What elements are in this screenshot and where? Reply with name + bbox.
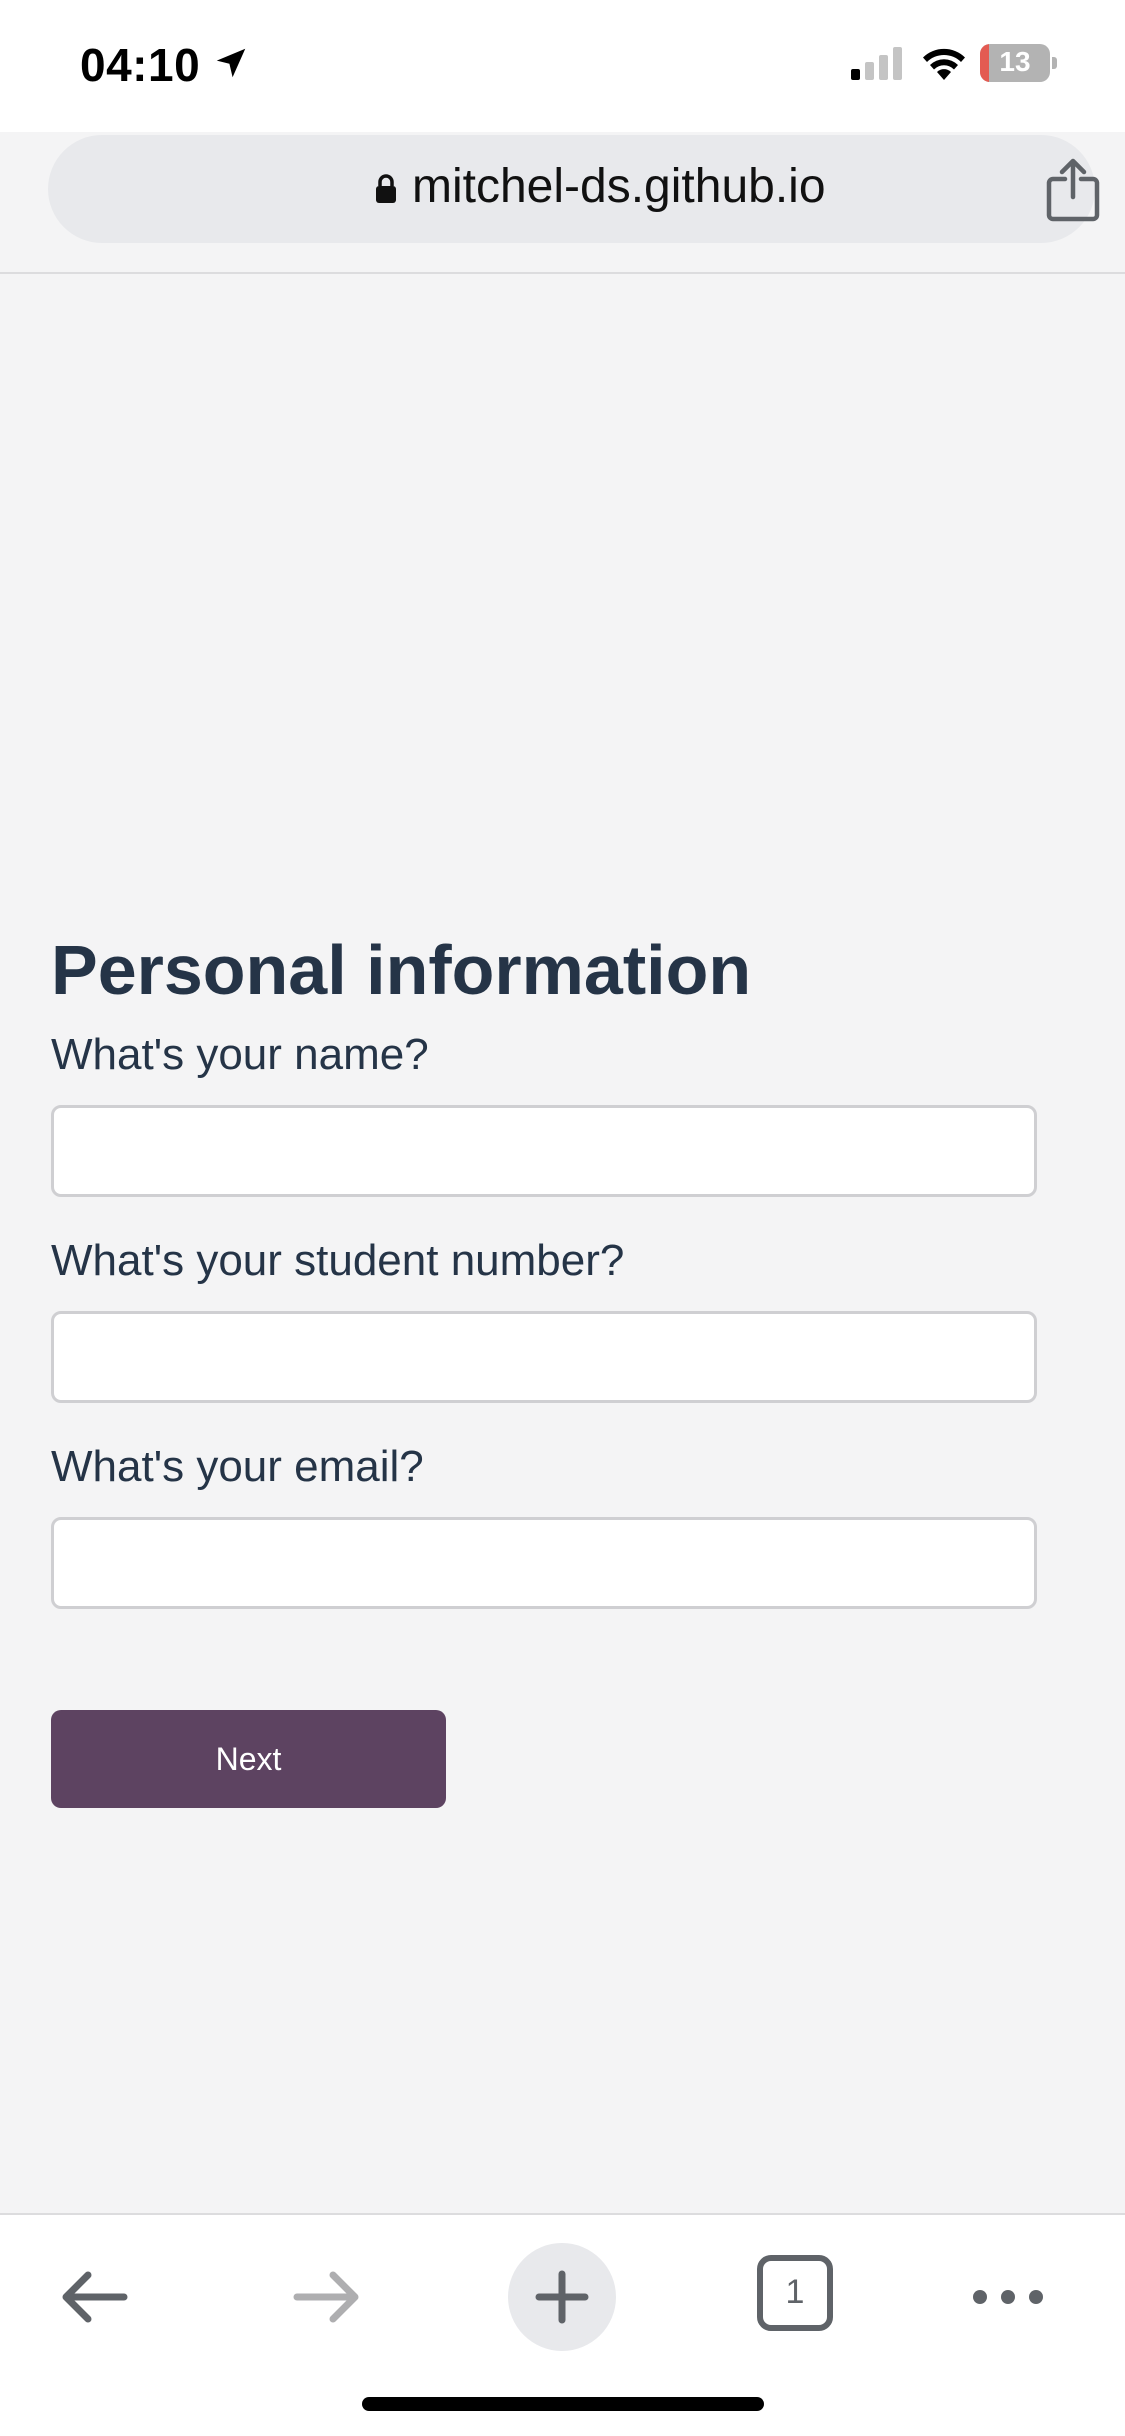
- forward-arrow-icon[interactable]: [287, 2257, 367, 2337]
- battery-icon: 13: [980, 44, 1057, 82]
- location-arrow-icon: [216, 48, 246, 78]
- student-number-field[interactable]: [51, 1311, 1037, 1403]
- battery-level: 13: [999, 46, 1031, 77]
- tabs-icon[interactable]: 1: [757, 2255, 833, 2331]
- toolbar-divider: [0, 272, 1125, 274]
- next-button[interactable]: Next: [51, 1710, 446, 1808]
- status-bar: 04:10 13: [0, 0, 1125, 132]
- cellular-signal-icon: [851, 47, 902, 80]
- back-arrow-icon[interactable]: [54, 2257, 134, 2337]
- name-label: What's your name?: [51, 1030, 429, 1079]
- home-indicator[interactable]: [362, 2397, 764, 2411]
- share-icon[interactable]: [1045, 157, 1101, 223]
- more-icon[interactable]: [968, 2277, 1048, 2317]
- student-number-label: What's your student number?: [51, 1236, 625, 1285]
- url-text[interactable]: mitchel-ds.github.io: [412, 159, 826, 214]
- tab-count: 1: [785, 2273, 805, 2311]
- lock-icon: [376, 174, 396, 203]
- status-time: 04:10: [80, 39, 201, 91]
- email-field[interactable]: [51, 1517, 1037, 1609]
- name-field[interactable]: [51, 1105, 1037, 1197]
- wifi-icon: [923, 48, 965, 80]
- new-tab-button[interactable]: [508, 2243, 616, 2351]
- address-bar[interactable]: mitchel-ds.github.io: [48, 135, 1100, 243]
- plus-icon: [535, 2270, 589, 2324]
- page-title: Personal information: [51, 931, 752, 1009]
- email-label: What's your email?: [51, 1442, 424, 1491]
